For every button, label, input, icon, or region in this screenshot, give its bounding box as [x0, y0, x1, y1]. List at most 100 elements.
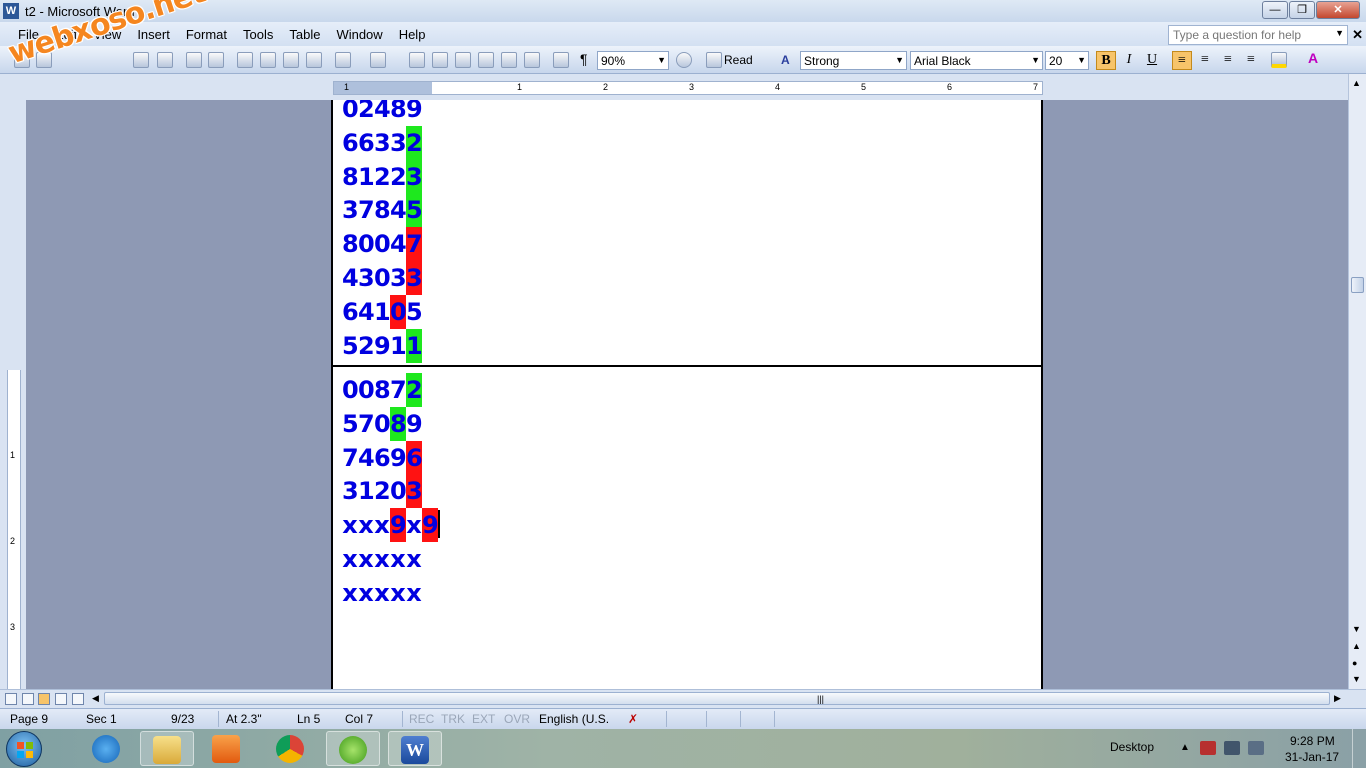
number-digit: 0: [358, 230, 375, 259]
align-right-icon[interactable]: ≡: [1218, 51, 1238, 70]
help-dropdown-arrow-icon[interactable]: ▼: [1335, 28, 1344, 38]
chrome-taskbar-button[interactable]: [264, 731, 318, 766]
number-digit: x: [358, 578, 374, 607]
insert-excel-icon[interactable]: [478, 52, 494, 68]
number-digit: 4: [358, 443, 375, 472]
document-close-icon[interactable]: ✕: [1352, 27, 1363, 43]
network-icon[interactable]: [1224, 741, 1240, 755]
show-formatting-icon[interactable]: ¶: [580, 51, 588, 67]
word-taskbar-button[interactable]: W: [388, 731, 442, 766]
style-select[interactable]: Strong ▼: [800, 51, 907, 70]
vertical-scrollbar[interactable]: ▲ ▼ ▲ ● ▼: [1348, 74, 1366, 689]
columns-icon[interactable]: [501, 52, 517, 68]
print-layout-icon[interactable]: [38, 693, 50, 705]
bold-button[interactable]: B: [1096, 51, 1116, 70]
menu-format[interactable]: Format: [186, 27, 227, 42]
undo-icon[interactable]: [335, 52, 351, 68]
status-ovr[interactable]: OVR: [504, 712, 530, 726]
scroll-right-icon[interactable]: ▶: [1334, 693, 1341, 704]
copy-icon[interactable]: [260, 52, 276, 68]
status-column: Col 7: [345, 712, 374, 726]
previous-page-icon[interactable]: ▲: [1352, 641, 1361, 651]
status-ext[interactable]: EXT: [472, 712, 495, 726]
number-digit: 9: [390, 508, 407, 543]
menu-table[interactable]: Table: [289, 27, 320, 42]
clock-date[interactable]: 31-Jan-17: [1285, 750, 1339, 764]
vertical-ruler[interactable]: 1 2 3: [0, 100, 26, 689]
coccoc-taskbar-button[interactable]: [326, 731, 380, 766]
help-search-input[interactable]: Type a question for help: [1168, 25, 1348, 45]
print-icon[interactable]: [133, 52, 149, 68]
read-button[interactable]: Read: [724, 53, 753, 67]
menu-tools[interactable]: Tools: [243, 27, 273, 42]
internet-explorer-taskbar-button[interactable]: [80, 731, 134, 766]
highlight-icon[interactable]: [1271, 52, 1287, 68]
outline-view-icon[interactable]: [55, 693, 67, 705]
insert-table-icon[interactable]: [455, 52, 471, 68]
scroll-up-icon[interactable]: ▲: [1352, 78, 1361, 88]
minimize-button[interactable]: —: [1262, 1, 1288, 19]
menu-help[interactable]: Help: [399, 27, 426, 42]
read-icon[interactable]: [706, 52, 722, 68]
styles-formatting-icon[interactable]: A: [781, 53, 790, 67]
number-digit: 0: [390, 477, 407, 506]
normal-view-icon[interactable]: [5, 693, 17, 705]
format-painter-icon[interactable]: [306, 52, 322, 68]
document-page[interactable]: [331, 100, 1043, 689]
volume-icon[interactable]: [1248, 741, 1264, 755]
status-rec[interactable]: REC: [409, 712, 434, 726]
number-digit: x: [342, 578, 358, 607]
font-select[interactable]: Arial Black ▼: [910, 51, 1043, 70]
start-button[interactable]: [6, 731, 42, 767]
file-explorer-taskbar-button[interactable]: [140, 731, 194, 766]
document-area[interactable]: 02489 66332 81223 37845 80047 43033 64105 52911…: [26, 100, 1348, 689]
horizontal-ruler[interactable]: 1 1 2 3 4 5 6 7: [0, 74, 1366, 100]
clock-time[interactable]: 9:28 PM: [1290, 734, 1335, 748]
web-layout-icon[interactable]: [22, 693, 34, 705]
desktop-toolbar-label[interactable]: Desktop: [1110, 740, 1154, 754]
hyperlink-icon[interactable]: [409, 52, 425, 68]
ruler-number: 3: [689, 82, 695, 92]
spelling-status-icon[interactable]: ✗: [628, 712, 638, 726]
scrollbar-thumb[interactable]: [1351, 277, 1364, 293]
show-hidden-icons-icon[interactable]: ▲: [1180, 742, 1190, 753]
restore-button[interactable]: ❐: [1289, 1, 1315, 19]
paste-icon[interactable]: [283, 52, 299, 68]
underline-button[interactable]: U: [1142, 51, 1162, 70]
select-browse-object-icon[interactable]: ●: [1352, 658, 1357, 668]
number-digit: 8: [390, 100, 407, 123]
redo-icon[interactable]: [370, 52, 386, 68]
cut-icon[interactable]: [237, 52, 253, 68]
align-left-icon[interactable]: ≡: [1172, 51, 1192, 70]
status-trk[interactable]: TRK: [441, 712, 465, 726]
scroll-left-icon[interactable]: ◀: [92, 693, 99, 704]
next-page-icon[interactable]: ▼: [1352, 674, 1361, 684]
show-desktop-button[interactable]: [1352, 729, 1366, 768]
zoom-select[interactable]: 90% ▼: [597, 51, 669, 70]
close-button[interactable]: ✕: [1316, 1, 1360, 19]
reading-layout-icon[interactable]: [72, 693, 84, 705]
number-digit: 5: [342, 331, 359, 360]
document-map-icon[interactable]: [553, 52, 569, 68]
number-digit: 3: [390, 264, 407, 292]
research-icon[interactable]: [208, 52, 224, 68]
help-icon[interactable]: [676, 52, 692, 68]
media-player-taskbar-button[interactable]: [200, 731, 254, 766]
word-app-icon[interactable]: W: [3, 3, 19, 19]
scroll-down-icon[interactable]: ▼: [1352, 624, 1361, 634]
drawing-icon[interactable]: [524, 52, 540, 68]
align-center-icon[interactable]: ≡: [1195, 51, 1215, 70]
status-language[interactable]: English (U.S.: [539, 712, 609, 726]
justify-icon[interactable]: ≡: [1241, 51, 1261, 70]
number-digit: 7: [406, 227, 423, 262]
menu-window[interactable]: Window: [336, 27, 382, 42]
font-size-select[interactable]: 20 ▼: [1045, 51, 1089, 70]
font-color-icon[interactable]: A: [1308, 50, 1318, 66]
horizontal-scrollbar[interactable]: |||: [104, 692, 1330, 705]
italic-button[interactable]: I: [1119, 51, 1139, 70]
number-row: 52911: [342, 328, 423, 363]
spelling-icon[interactable]: [186, 52, 202, 68]
action-center-icon[interactable]: [1200, 741, 1216, 755]
print-preview-icon[interactable]: [157, 52, 173, 68]
tables-borders-icon[interactable]: [432, 52, 448, 68]
